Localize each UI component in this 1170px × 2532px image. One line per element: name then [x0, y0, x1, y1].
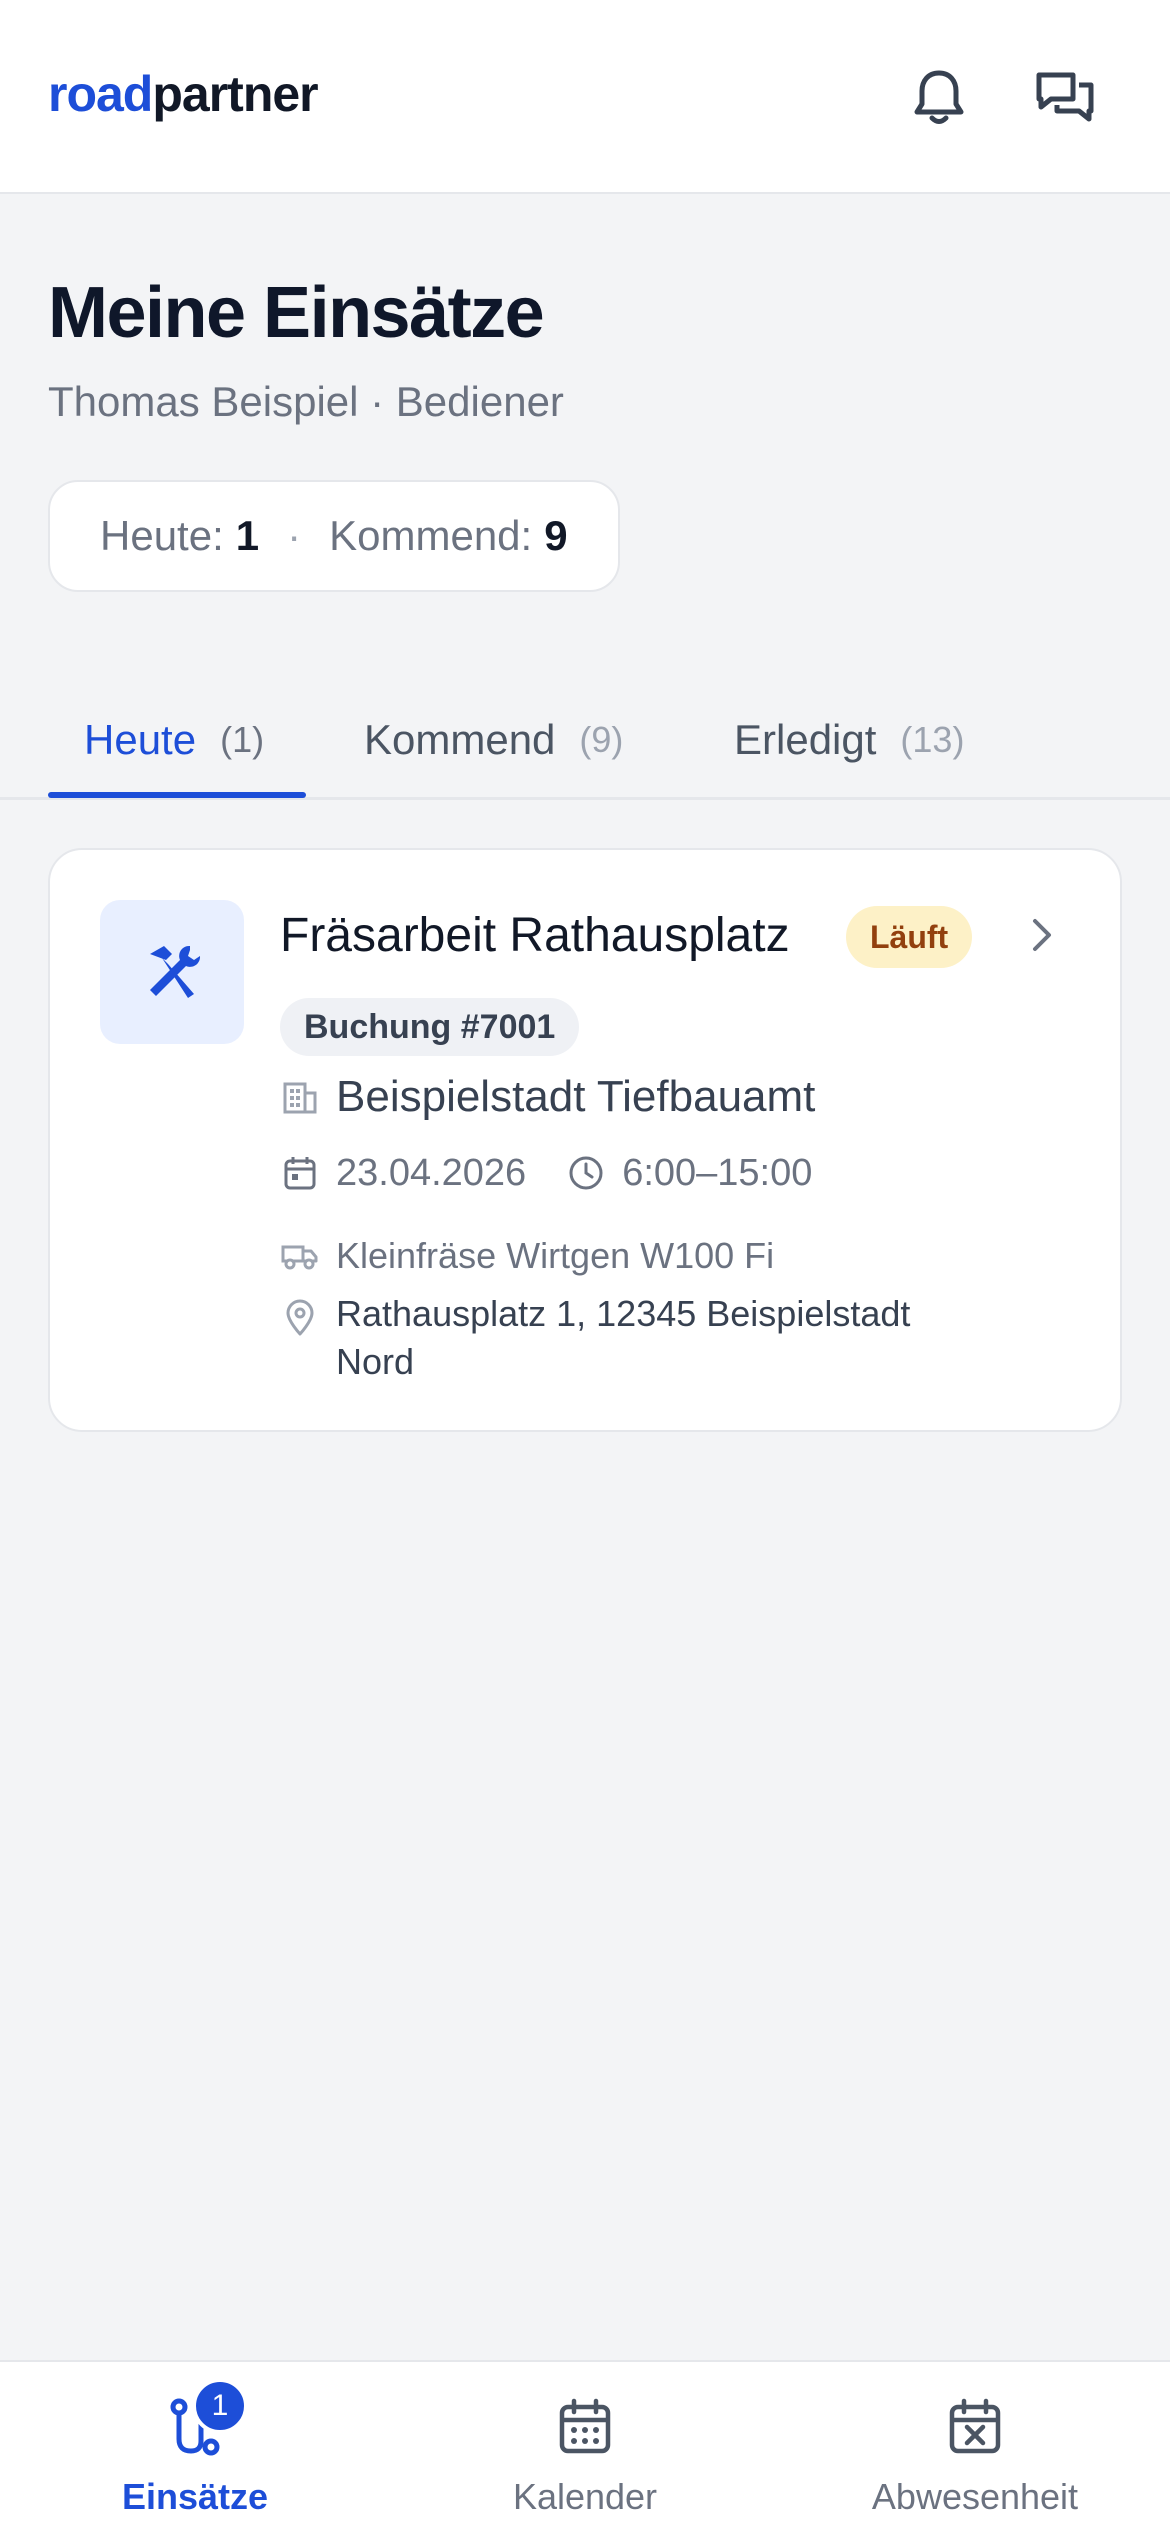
chat-icon	[1036, 72, 1094, 122]
location-pin-icon	[280, 1298, 320, 1338]
page-title: Meine Einsätze	[48, 273, 545, 353]
chevron-right-icon	[1033, 919, 1051, 951]
building-icon	[280, 1077, 320, 1117]
address-text: Rathausplatz 1, 12345 Beispielstadt Nord	[336, 1293, 911, 1382]
nav-abwesenheit[interactable]: Abwesenheit	[780, 2362, 1170, 2532]
assignment-date: 23.04.2026	[336, 1151, 527, 1194]
assignment-title: Fräsarbeit Rathausplatz	[280, 909, 790, 962]
tab-erledigt-label: Erledigt	[734, 716, 877, 763]
clock-icon	[566, 1153, 606, 1193]
tab-bar: Heute (1) Kommend (9) Erledigt (13)	[0, 680, 1170, 800]
active-tab-indicator	[48, 792, 306, 798]
today-count: 1	[235, 512, 260, 559]
upcoming-count: 9	[544, 512, 568, 559]
calendar-icon	[559, 2398, 611, 2454]
calendar-nav-icon-wrap	[552, 2394, 618, 2460]
nav-abwesenheit-label: Abwesenheit	[871, 2476, 1079, 2517]
company-row: Beispielstadt Tiefbauamt	[280, 1062, 815, 1132]
bottom-nav: 1 Einsätze Kalender Abwesenheit	[0, 2360, 1170, 2532]
open-assignment-button[interactable]	[1022, 910, 1062, 960]
notifications-button[interactable]	[906, 64, 972, 130]
calendar-x-icon	[949, 2398, 1001, 2454]
nav-einsaetze[interactable]: 1 Einsätze	[0, 2362, 390, 2532]
tab-kommend-label: Kommend	[364, 716, 556, 763]
summary-pill: Heute: 1 · Kommend: 9	[48, 480, 620, 592]
company-name: Beispielstadt Tiefbauamt	[336, 1072, 816, 1121]
tab-heute-label: Heute	[84, 716, 197, 763]
tab-heute[interactable]: Heute (1)	[84, 680, 264, 800]
summary-separator: ·	[287, 512, 302, 559]
tab-kommend[interactable]: Kommend (9)	[364, 680, 623, 800]
machine-name: Kleinfräse Wirtgen W100 Fi	[336, 1235, 775, 1276]
truck-icon	[280, 1236, 320, 1276]
machine-row: Kleinfräse Wirtgen W100 Fi	[280, 1228, 774, 1284]
assignment-time: 6:00–15:00	[622, 1151, 813, 1194]
assignment-card[interactable]: Fräsarbeit Rathausplatz Läuft Buchung #7…	[48, 848, 1122, 1432]
logo-partner: partner	[152, 66, 318, 122]
time-group: 6:00–15:00	[566, 1152, 812, 1195]
absence-icon-wrap	[942, 2394, 1008, 2460]
date-time-row: 23.04.2026 6:00–15:00	[280, 1142, 812, 1204]
app-root: roadpartner Meine Einsätze Thomas Beispi…	[0, 0, 1170, 2532]
tab-erledigt[interactable]: Erledigt (13)	[734, 680, 964, 800]
assignment-type-icon-box	[100, 900, 244, 1044]
upcoming-label: Kommend:	[329, 512, 533, 559]
user-subtitle: Thomas Beispiel · Bediener	[48, 378, 564, 425]
logo-road: road	[48, 66, 153, 122]
booking-chip: Buchung #7001	[280, 998, 580, 1056]
nav-kalender-label: Kalender	[512, 2476, 658, 2517]
nav-einsaetze-label: Einsätze	[121, 2476, 269, 2517]
bell-icon	[914, 70, 964, 124]
tools-icon	[150, 945, 201, 998]
calendar-icon	[280, 1153, 320, 1193]
today-label: Heute:	[100, 512, 224, 559]
nav-kalender[interactable]: Kalender	[390, 2362, 780, 2532]
route-icon-wrap: 1	[162, 2378, 248, 2460]
logo[interactable]: roadpartner	[48, 64, 319, 124]
tab-kommend-count: (9)	[579, 719, 624, 760]
messages-button[interactable]	[1032, 64, 1098, 130]
nav-badge: 1	[192, 2378, 248, 2434]
top-bar: roadpartner	[0, 0, 1170, 194]
tab-heute-count: (1)	[220, 719, 265, 760]
tab-erledigt-count: (13)	[900, 719, 965, 760]
address-row: Rathausplatz 1, 12345 Beispielstadt Nord	[280, 1290, 976, 1386]
status-badge: Läuft	[846, 906, 973, 968]
